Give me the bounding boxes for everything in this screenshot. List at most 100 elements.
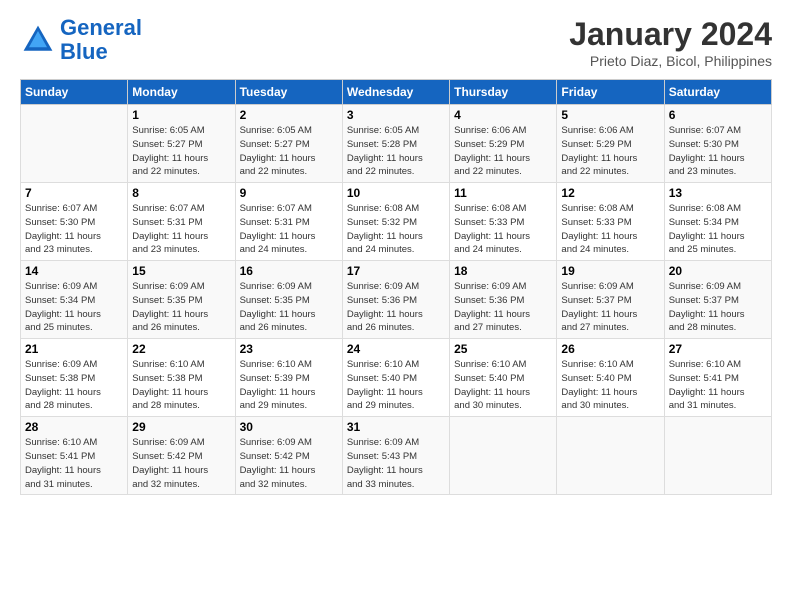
- day-info: Sunrise: 6:10 AM Sunset: 5:41 PM Dayligh…: [669, 358, 767, 413]
- day-cell: 18 Sunrise: 6:09 AM Sunset: 5:36 PM Dayli…: [450, 261, 557, 339]
- week-row-3: 14Sunrise: 6:09 AM Sunset: 5:34 PM Dayli…: [21, 261, 772, 339]
- day-info: Sunrise: 6:10 AM Sunset: 5:41 PM Dayligh…: [25, 436, 123, 491]
- day-cell: 9Sunrise: 6:07 AM Sunset: 5:31 PM Daylig…: [235, 183, 342, 261]
- day-cell: 11 Sunrise: 6:08 AM Sunset: 5:33 PM Dayli…: [450, 183, 557, 261]
- day-number: 29: [132, 420, 230, 434]
- day-cell: 6 Sunrise: 6:07 AM Sunset: 5:30 PM Daylig…: [664, 105, 771, 183]
- day-cell: 3 Sunrise: 6:05 AM Sunset: 5:28 PM Daylig…: [342, 105, 449, 183]
- day-info: Sunrise: 6:10 AM Sunset: 5:40 PM Dayligh…: [561, 358, 659, 413]
- weekday-header-sunday: Sunday: [21, 80, 128, 105]
- day-number: 18: [454, 264, 552, 278]
- day-number: 16: [240, 264, 338, 278]
- day-number: 1: [132, 108, 230, 122]
- day-cell: 2Sunrise: 6:05 AM Sunset: 5:27 PM Daylig…: [235, 105, 342, 183]
- logo-icon: [20, 22, 56, 58]
- day-info: Sunrise: 6:07 AM Sunset: 5:30 PM Dayligh…: [669, 124, 767, 179]
- day-cell: 27 Sunrise: 6:10 AM Sunset: 5:41 PM Dayli…: [664, 339, 771, 417]
- day-number: 6: [669, 108, 767, 122]
- day-info: Sunrise: 6:09 AM Sunset: 5:42 PM Dayligh…: [132, 436, 230, 491]
- day-info: Sunrise: 6:10 AM Sunset: 5:38 PM Dayligh…: [132, 358, 230, 413]
- day-info: Sunrise: 6:09 AM Sunset: 5:37 PM Dayligh…: [669, 280, 767, 335]
- day-cell: 25Sunrise: 6:10 AM Sunset: 5:40 PM Dayli…: [450, 339, 557, 417]
- day-cell: 8 Sunrise: 6:07 AM Sunset: 5:31 PM Daylig…: [128, 183, 235, 261]
- day-cell: 22Sunrise: 6:10 AM Sunset: 5:38 PM Dayli…: [128, 339, 235, 417]
- day-info: Sunrise: 6:06 AM Sunset: 5:29 PM Dayligh…: [561, 124, 659, 179]
- logo: General Blue: [20, 16, 142, 64]
- day-cell: 29 Sunrise: 6:09 AM Sunset: 5:42 PM Dayli…: [128, 417, 235, 495]
- calendar-body: 1 Sunrise: 6:05 AM Sunset: 5:27 PM Daylig…: [21, 105, 772, 495]
- week-row-4: 21 Sunrise: 6:09 AM Sunset: 5:38 PM Dayli…: [21, 339, 772, 417]
- weekday-header-wednesday: Wednesday: [342, 80, 449, 105]
- day-info: Sunrise: 6:09 AM Sunset: 5:42 PM Dayligh…: [240, 436, 338, 491]
- day-info: Sunrise: 6:08 AM Sunset: 5:33 PM Dayligh…: [454, 202, 552, 257]
- day-cell: 12 Sunrise: 6:08 AM Sunset: 5:33 PM Dayli…: [557, 183, 664, 261]
- day-number: 9: [240, 186, 338, 200]
- day-number: 19: [561, 264, 659, 278]
- logo-text: General Blue: [60, 16, 142, 64]
- day-info: Sunrise: 6:10 AM Sunset: 5:40 PM Dayligh…: [454, 358, 552, 413]
- day-info: Sunrise: 6:09 AM Sunset: 5:37 PM Dayligh…: [561, 280, 659, 335]
- day-number: 24: [347, 342, 445, 356]
- day-number: 11: [454, 186, 552, 200]
- day-number: 17: [347, 264, 445, 278]
- day-number: 27: [669, 342, 767, 356]
- day-info: Sunrise: 6:10 AM Sunset: 5:39 PM Dayligh…: [240, 358, 338, 413]
- day-number: 23: [240, 342, 338, 356]
- day-cell: [21, 105, 128, 183]
- day-number: 7: [25, 186, 123, 200]
- day-cell: 4 Sunrise: 6:06 AM Sunset: 5:29 PM Daylig…: [450, 105, 557, 183]
- day-cell: 10Sunrise: 6:08 AM Sunset: 5:32 PM Dayli…: [342, 183, 449, 261]
- title-block: January 2024 Prieto Diaz, Bicol, Philipp…: [569, 16, 772, 69]
- day-cell: 17Sunrise: 6:09 AM Sunset: 5:36 PM Dayli…: [342, 261, 449, 339]
- day-info: Sunrise: 6:10 AM Sunset: 5:40 PM Dayligh…: [347, 358, 445, 413]
- day-info: Sunrise: 6:05 AM Sunset: 5:28 PM Dayligh…: [347, 124, 445, 179]
- logo-general: General: [60, 15, 142, 40]
- day-cell: 31 Sunrise: 6:09 AM Sunset: 5:43 PM Dayli…: [342, 417, 449, 495]
- month-title: January 2024: [569, 16, 772, 53]
- day-number: 28: [25, 420, 123, 434]
- day-cell: [664, 417, 771, 495]
- week-row-2: 7 Sunrise: 6:07 AM Sunset: 5:30 PM Daylig…: [21, 183, 772, 261]
- day-cell: 23 Sunrise: 6:10 AM Sunset: 5:39 PM Dayli…: [235, 339, 342, 417]
- day-info: Sunrise: 6:09 AM Sunset: 5:35 PM Dayligh…: [132, 280, 230, 335]
- weekday-header-thursday: Thursday: [450, 80, 557, 105]
- day-cell: 16 Sunrise: 6:09 AM Sunset: 5:35 PM Dayli…: [235, 261, 342, 339]
- weekday-header-tuesday: Tuesday: [235, 80, 342, 105]
- day-cell: 26Sunrise: 6:10 AM Sunset: 5:40 PM Dayli…: [557, 339, 664, 417]
- location-subtitle: Prieto Diaz, Bicol, Philippines: [569, 53, 772, 69]
- page: General Blue January 2024 Prieto Diaz, B…: [0, 0, 792, 505]
- calendar-table: SundayMondayTuesdayWednesdayThursdayFrid…: [20, 79, 772, 495]
- day-cell: 21 Sunrise: 6:09 AM Sunset: 5:38 PM Dayli…: [21, 339, 128, 417]
- day-number: 3: [347, 108, 445, 122]
- day-cell: 5Sunrise: 6:06 AM Sunset: 5:29 PM Daylig…: [557, 105, 664, 183]
- day-cell: 24 Sunrise: 6:10 AM Sunset: 5:40 PM Dayli…: [342, 339, 449, 417]
- day-cell: 7 Sunrise: 6:07 AM Sunset: 5:30 PM Daylig…: [21, 183, 128, 261]
- day-info: Sunrise: 6:09 AM Sunset: 5:36 PM Dayligh…: [454, 280, 552, 335]
- day-info: Sunrise: 6:09 AM Sunset: 5:43 PM Dayligh…: [347, 436, 445, 491]
- header: General Blue January 2024 Prieto Diaz, B…: [20, 16, 772, 69]
- day-info: Sunrise: 6:08 AM Sunset: 5:32 PM Dayligh…: [347, 202, 445, 257]
- day-info: Sunrise: 6:09 AM Sunset: 5:35 PM Dayligh…: [240, 280, 338, 335]
- weekday-header-saturday: Saturday: [664, 80, 771, 105]
- day-cell: 28 Sunrise: 6:10 AM Sunset: 5:41 PM Dayli…: [21, 417, 128, 495]
- day-number: 20: [669, 264, 767, 278]
- day-info: Sunrise: 6:05 AM Sunset: 5:27 PM Dayligh…: [132, 124, 230, 179]
- day-number: 4: [454, 108, 552, 122]
- day-number: 8: [132, 186, 230, 200]
- weekday-row: SundayMondayTuesdayWednesdayThursdayFrid…: [21, 80, 772, 105]
- day-info: Sunrise: 6:07 AM Sunset: 5:31 PM Dayligh…: [132, 202, 230, 257]
- weekday-header-monday: Monday: [128, 80, 235, 105]
- day-info: Sunrise: 6:07 AM Sunset: 5:30 PM Dayligh…: [25, 202, 123, 257]
- day-info: Sunrise: 6:08 AM Sunset: 5:33 PM Dayligh…: [561, 202, 659, 257]
- day-number: 31: [347, 420, 445, 434]
- day-info: Sunrise: 6:05 AM Sunset: 5:27 PM Dayligh…: [240, 124, 338, 179]
- day-cell: 14Sunrise: 6:09 AM Sunset: 5:34 PM Dayli…: [21, 261, 128, 339]
- day-cell: 20 Sunrise: 6:09 AM Sunset: 5:37 PM Dayli…: [664, 261, 771, 339]
- week-row-5: 28 Sunrise: 6:10 AM Sunset: 5:41 PM Dayli…: [21, 417, 772, 495]
- day-number: 21: [25, 342, 123, 356]
- day-number: 12: [561, 186, 659, 200]
- day-info: Sunrise: 6:09 AM Sunset: 5:38 PM Dayligh…: [25, 358, 123, 413]
- day-info: Sunrise: 6:06 AM Sunset: 5:29 PM Dayligh…: [454, 124, 552, 179]
- weekday-header-friday: Friday: [557, 80, 664, 105]
- day-cell: [450, 417, 557, 495]
